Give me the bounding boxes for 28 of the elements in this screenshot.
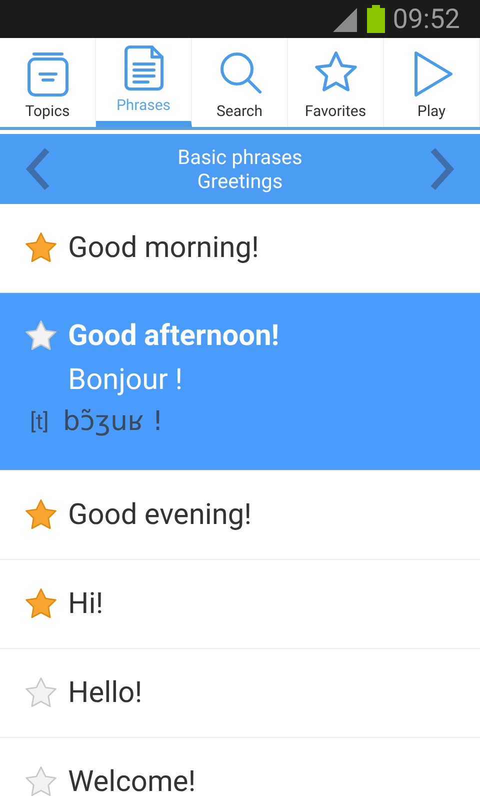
star-icon[interactable] bbox=[24, 498, 58, 532]
star-icon[interactable] bbox=[24, 231, 58, 265]
battery-icon bbox=[366, 5, 385, 33]
transcription-text: bɔ̃ʒuʁ ! bbox=[62, 405, 164, 439]
transcription-label: [t] bbox=[30, 408, 49, 436]
signal-icon bbox=[330, 6, 359, 32]
translation-text: Bonjour ! bbox=[68, 363, 184, 397]
nav-tab[interactable]: Topics bbox=[0, 38, 96, 127]
star-icon[interactable] bbox=[24, 765, 58, 799]
phrase-text: Welcome! bbox=[68, 765, 196, 799]
nav-tab[interactable]: Search bbox=[192, 38, 288, 127]
star-icon[interactable] bbox=[24, 676, 58, 710]
clock: 09:52 bbox=[392, 6, 460, 32]
folder-icon bbox=[26, 50, 70, 98]
header-subtitle: Greetings bbox=[197, 169, 283, 193]
chevron-right-icon bbox=[429, 147, 455, 191]
nav-tab[interactable]: Favorites bbox=[288, 38, 384, 127]
phrase-text: Hello! bbox=[68, 676, 142, 710]
phrase-text: Good evening! bbox=[68, 498, 252, 532]
phrase-text: Hi! bbox=[68, 587, 104, 621]
phrase-text: Good afternoon! bbox=[68, 319, 280, 353]
star-icon[interactable] bbox=[24, 587, 58, 621]
phrase-text: Good morning! bbox=[68, 231, 260, 265]
header-title: Basic phrases bbox=[178, 145, 302, 169]
document-icon bbox=[122, 44, 166, 92]
chevron-left-icon bbox=[25, 147, 51, 191]
star-icon[interactable] bbox=[24, 319, 58, 353]
nav-tab[interactable]: Play bbox=[384, 38, 480, 127]
